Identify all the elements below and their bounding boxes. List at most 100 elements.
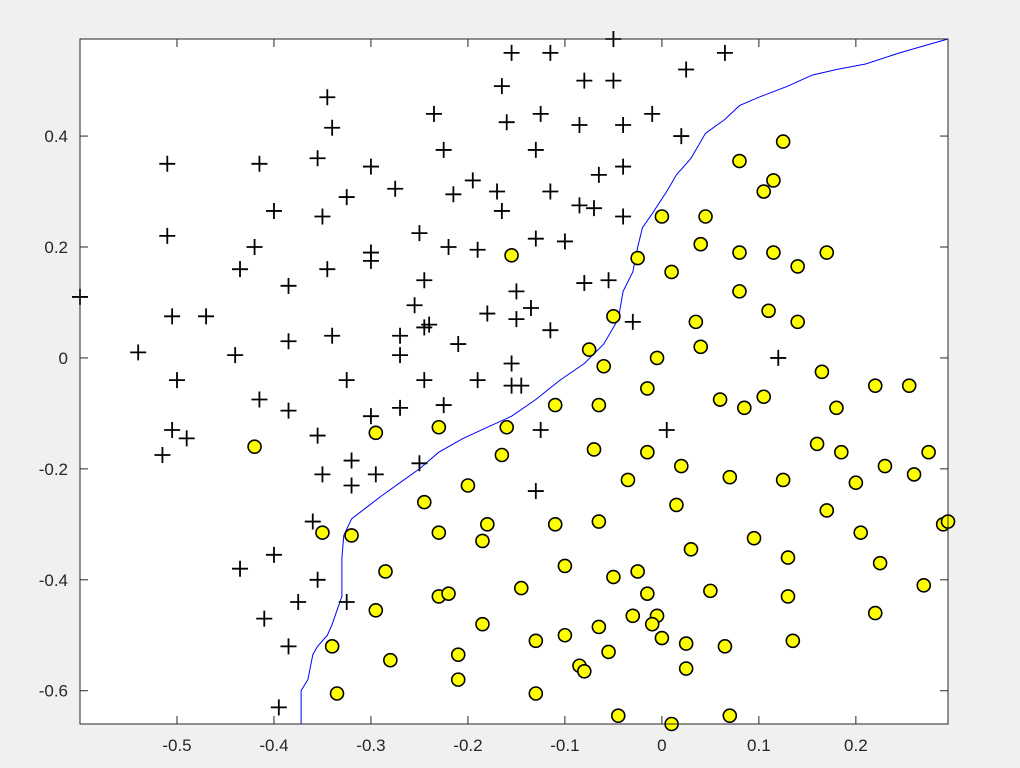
circle-marker (630, 250, 645, 266)
circle-marker (504, 248, 519, 263)
circle-marker (441, 586, 456, 601)
circle-marker (480, 517, 495, 532)
circle-marker (775, 472, 791, 488)
circle-marker (717, 639, 733, 654)
circle-marker (790, 259, 805, 274)
circle-marker (916, 578, 932, 593)
circle-marker (557, 558, 573, 574)
circle-marker (625, 608, 641, 624)
circle-marker (528, 633, 544, 649)
circle-marker (688, 314, 704, 330)
circle-marker (581, 342, 597, 357)
circle-marker (683, 541, 699, 557)
circle-marker (547, 397, 563, 413)
circle-marker (853, 525, 869, 540)
circle-marker (513, 580, 529, 596)
circle-marker (547, 517, 563, 532)
circle-marker (654, 209, 670, 224)
circle-marker (431, 419, 447, 435)
circle-marker (819, 503, 835, 518)
circle-marker (678, 636, 694, 651)
circle-marker (732, 153, 747, 169)
circle-marker (703, 583, 718, 599)
circle-marker (848, 475, 864, 491)
circle-marker (344, 528, 359, 543)
circle-marker (586, 442, 602, 457)
circle-marker (601, 644, 616, 660)
y-tick-label: -0.6 (39, 682, 68, 701)
circle-marker (722, 469, 738, 485)
circle-marker (640, 444, 655, 460)
circle-marker (693, 339, 708, 355)
circle-marker (819, 245, 835, 260)
plot-area (80, 39, 948, 724)
circle-marker (756, 184, 772, 199)
circle-marker (877, 458, 893, 474)
circle-marker (591, 514, 607, 529)
circle-marker (766, 173, 781, 188)
circle-marker (746, 530, 762, 546)
circle-marker (901, 378, 917, 393)
y-tick-label: 0 (59, 349, 68, 368)
circle-marker (834, 444, 849, 460)
x-tick-label: 0 (657, 736, 666, 755)
circle-marker (809, 436, 825, 452)
circle-marker (644, 616, 660, 632)
circle-marker (494, 447, 510, 463)
circle-marker (368, 425, 384, 441)
circle-marker (591, 397, 607, 413)
circle-marker (790, 314, 805, 330)
circle-marker (814, 364, 830, 380)
circle-marker (722, 708, 738, 723)
circle-marker (383, 652, 398, 668)
circle-marker (732, 284, 747, 299)
circle-marker (698, 209, 713, 224)
circle-marker (780, 550, 796, 565)
x-tick-label: -0.3 (356, 736, 385, 755)
x-tick-label: -0.2 (453, 736, 482, 755)
circle-marker (431, 525, 447, 540)
x-tick-label: -0.5 (162, 736, 191, 755)
circle-marker (606, 309, 621, 324)
circle-marker (591, 619, 607, 635)
circle-marker (329, 686, 345, 701)
circle-marker (664, 264, 679, 280)
circle-marker (669, 497, 684, 513)
circle-marker (475, 616, 490, 632)
circle-marker (761, 303, 776, 319)
circle-marker (693, 236, 708, 252)
circle-marker (577, 664, 592, 679)
circle-marker (606, 569, 621, 585)
circle-marker (460, 478, 476, 493)
circle-marker (528, 686, 544, 701)
circle-marker (867, 378, 883, 393)
scatter-chart: -0.5 -0.4 -0.3 -0.2 -0.1 0 0.1 0.2 0.4 0.2 0 -0.2 -0… (0, 0, 1020, 768)
circle-marker (315, 525, 330, 540)
circle-marker (620, 472, 636, 488)
circle-marker (867, 605, 883, 621)
x-tick-label: -0.4 (259, 736, 288, 755)
circle-marker (921, 444, 936, 460)
circle-marker (756, 389, 772, 405)
circle-marker (712, 392, 728, 407)
circle-marker (780, 589, 796, 604)
circle-marker (785, 633, 801, 649)
circle-marker (450, 647, 466, 662)
circle-marker (450, 672, 466, 687)
circle-marker (829, 400, 844, 416)
circle-marker (630, 564, 645, 579)
circle-marker (378, 564, 393, 579)
circle-marker (732, 245, 747, 260)
circle-marker (872, 555, 888, 571)
x-tick-label: 0.1 (747, 736, 771, 755)
circle-marker (673, 458, 689, 474)
circle-marker (906, 467, 922, 482)
circle-marker (557, 627, 573, 643)
circle-marker (649, 350, 665, 366)
circle-marker (610, 708, 626, 723)
circle-marker (324, 639, 340, 654)
circle-marker (247, 439, 262, 454)
circle-marker (640, 586, 655, 601)
circle-marker (596, 358, 612, 374)
circle-marker (640, 381, 655, 396)
